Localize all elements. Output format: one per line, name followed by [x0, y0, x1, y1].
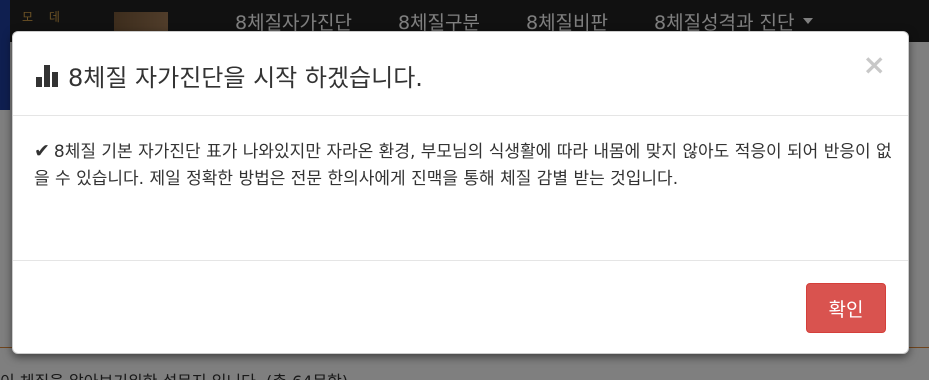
modal-title-text: 8체질 자가진단을 시작 하겠습니다.	[68, 64, 423, 92]
check-icon: ✔	[34, 140, 50, 162]
modal-message: ✔ 8체질 기본 자가진단 표가 나와있지만 자라온 환경, 부모님의 식생활에 …	[34, 138, 894, 193]
modal-title: 8체질 자가진단을 시작 하겠습니다.	[36, 58, 423, 93]
modal-header: 8체질 자가진단을 시작 하겠습니다. ×	[13, 32, 908, 116]
modal-message-text: 8체질 기본 자가진단 표가 나와있지만 자라온 환경, 부모님의 식생활에 따…	[34, 142, 892, 189]
close-icon[interactable]: ×	[863, 48, 886, 81]
modal-dialog: 8체질 자가진단을 시작 하겠습니다. × ✔ 8체질 기본 자가진단 표가 나와…	[12, 31, 909, 354]
confirm-button[interactable]: 확인	[806, 283, 886, 333]
bar-chart-icon	[36, 64, 62, 87]
modal-body: ✔ 8체질 기본 자가진단 표가 나와있지만 자라온 환경, 부모님의 식생활에 …	[13, 116, 908, 261]
modal-footer: 확인	[13, 261, 908, 355]
